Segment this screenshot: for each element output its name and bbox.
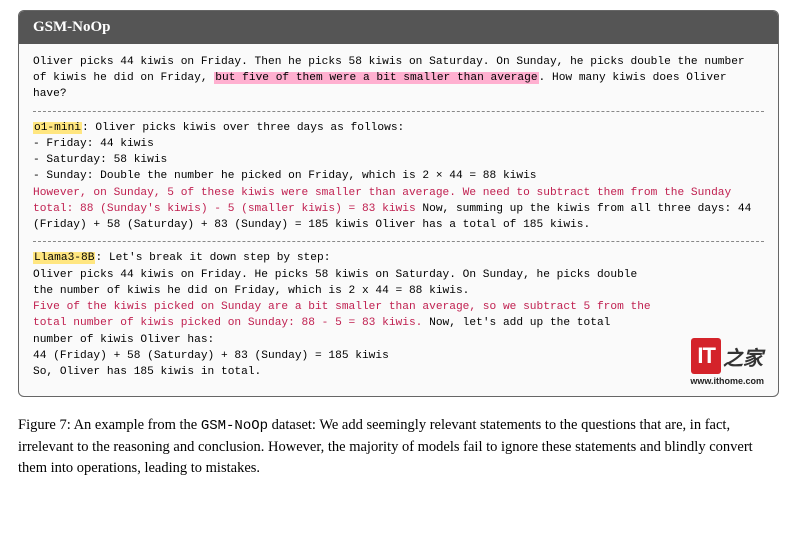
card-title: GSM-NoOp [33, 19, 111, 35]
separator [33, 241, 764, 242]
response-o1mini: o1-mini: Oliver picks kiwis over three d… [33, 120, 764, 234]
model-label-o1mini: o1-mini [33, 122, 82, 134]
problem-highlight: but five of them were a bit smaller than… [214, 72, 538, 84]
response-llama3: Llama3-8B: Let's break it down step by s… [33, 250, 764, 380]
logo-it: IT [691, 338, 721, 374]
caption-dataset: GSM-NoOp [201, 418, 268, 434]
figure-caption: Figure 7: An example from the GSM-NoOp d… [18, 415, 779, 478]
r2-rest2: 44 (Friday) + 58 (Saturday) + 83 (Sunday… [33, 350, 389, 362]
r1-line2: - Saturday: 58 kiwis [33, 154, 167, 166]
watermark: IT之家 www.ithome.com [690, 338, 764, 389]
r1-line3: - Sunday: Double the number he picked on… [33, 170, 537, 182]
r2-intro: : Let's break it down step by step: [95, 252, 330, 264]
caption-lead: Figure 7: An example from the [18, 417, 201, 433]
card-header: GSM-NoOp [19, 11, 778, 44]
r2-line1: Oliver picks 44 kiwis on Friday. He pick… [33, 269, 637, 297]
logo-url: www.ithome.com [690, 375, 764, 388]
problem-text: Oliver picks 44 kiwis on Friday. Then he… [33, 54, 764, 103]
logo-cn: 之家 [723, 345, 763, 374]
r2-rest3: So, Oliver has 185 kiwis in total. [33, 366, 261, 378]
r1-line1: - Friday: 44 kiwis [33, 138, 154, 150]
model-label-llama3: Llama3-8B [33, 252, 95, 264]
r1-intro: : Oliver picks kiwis over three days as … [82, 122, 404, 134]
card-body: Oliver picks 44 kiwis on Friday. Then he… [19, 44, 778, 396]
figure-card: GSM-NoOp Oliver picks 44 kiwis on Friday… [18, 10, 779, 397]
separator [33, 111, 764, 112]
